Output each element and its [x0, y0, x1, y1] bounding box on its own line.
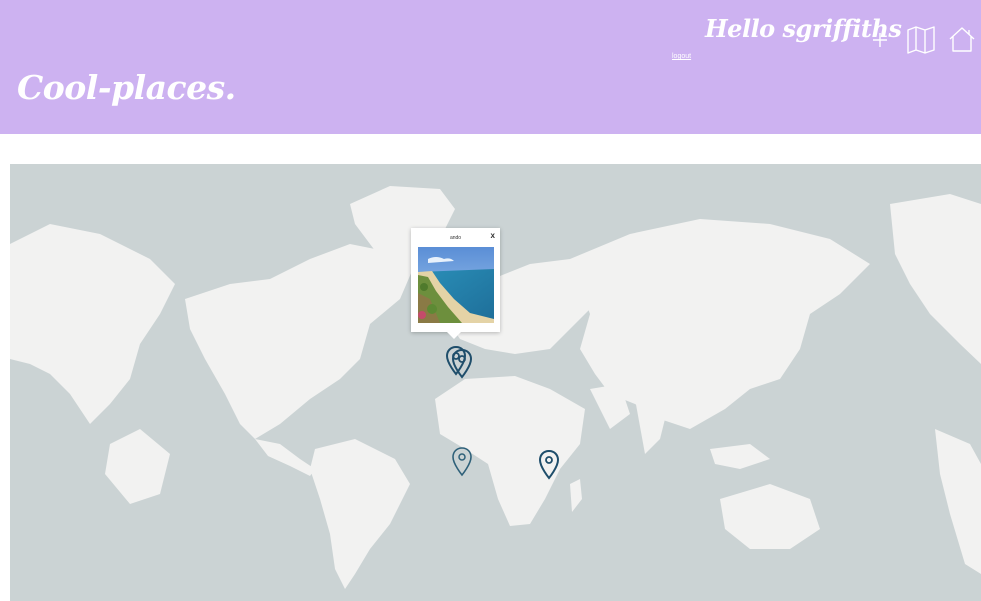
map-icon[interactable] — [906, 25, 936, 55]
map-marker-icon[interactable] — [538, 449, 560, 481]
app-header: Cool-places. Hello sgriffiths logout — [0, 0, 981, 134]
home-icon[interactable] — [948, 25, 976, 53]
popup-title: ando — [449, 235, 462, 241]
map-marker-icon[interactable] — [451, 446, 473, 478]
brand-title[interactable]: Cool-places. — [17, 68, 236, 107]
place-popup: ando x — [411, 228, 500, 339]
beach-photo-icon — [418, 247, 494, 323]
plus-icon[interactable] — [869, 29, 891, 51]
map-marker-icon[interactable] — [451, 348, 473, 380]
logout-link[interactable]: logout — [672, 53, 691, 60]
popup-place-image[interactable] — [418, 247, 494, 323]
popup-close-button[interactable]: x — [491, 231, 495, 240]
